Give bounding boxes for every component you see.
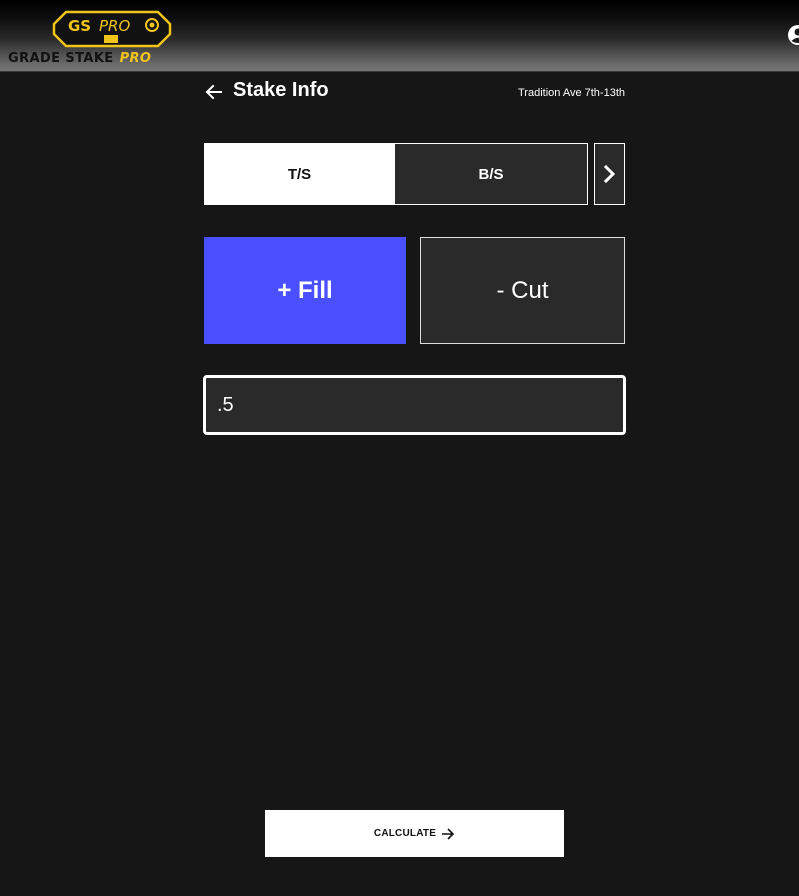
calculate-label: CALCULATE	[373, 828, 437, 839]
tab-bs[interactable]: B/S	[395, 143, 588, 205]
tab-ts[interactable]: T/S	[204, 143, 395, 205]
app-header: GS PRO GRADE STAKE PRO	[0, 0, 799, 72]
chevron-right-icon	[603, 164, 615, 184]
arrow-left-icon	[205, 84, 222, 100]
gspro-badge-icon: GS PRO	[52, 10, 172, 48]
stake-value-input[interactable]	[203, 375, 626, 435]
tabs-next-button[interactable]	[594, 143, 625, 205]
tab-label: T/S	[287, 165, 312, 183]
page-title: Stake Info	[233, 79, 329, 101]
svg-text:PRO: PRO	[99, 17, 130, 35]
calculate-button[interactable]: CALCULATE	[265, 810, 564, 857]
fill-button[interactable]: + Fill	[204, 237, 406, 344]
page-title-row: Stake Info Tradition Ave 7th-13th	[204, 76, 625, 106]
back-button[interactable]	[204, 82, 224, 102]
stake-type-tabs: T/S B/S	[204, 143, 625, 205]
grade-stake-pro-logo[interactable]: GS PRO GRADE STAKE PRO	[8, 8, 218, 66]
project-subtitle: Tradition Ave 7th-13th	[517, 87, 625, 99]
fill-cut-selector: + Fill - Cut	[204, 237, 625, 344]
cut-button[interactable]: - Cut	[420, 237, 625, 344]
arrow-right-icon	[442, 827, 455, 840]
logo-wordmark: GRADE STAKE PRO	[8, 51, 152, 66]
svg-text:GS: GS	[68, 17, 91, 35]
tab-label: B/S	[478, 165, 504, 183]
account-circle-icon[interactable]	[787, 24, 799, 46]
